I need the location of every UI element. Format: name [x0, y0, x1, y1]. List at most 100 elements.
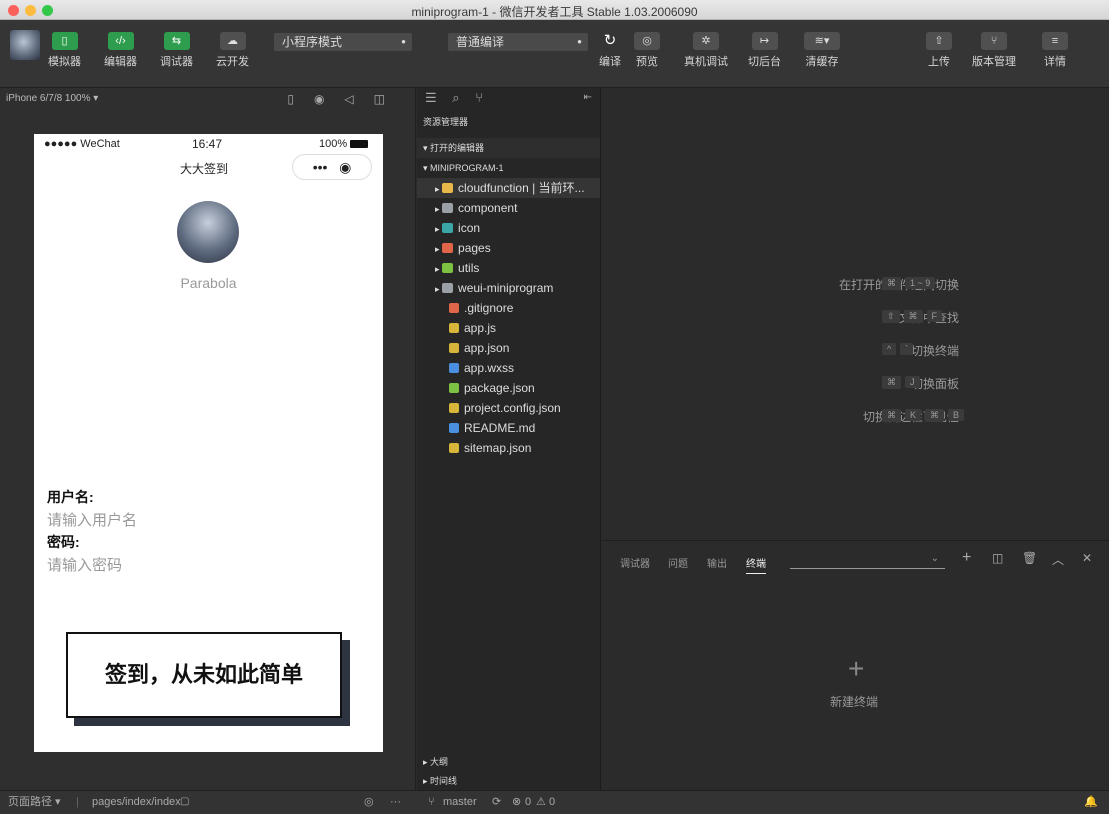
- status-bar: 页面路径 ▾ | pages/index/index ▢ ◎ ··· ⑂ mas…: [0, 790, 1109, 814]
- tab-debugger[interactable]: 调试器: [620, 555, 650, 570]
- project-section[interactable]: ▾ MINIPROGRAM-1: [417, 158, 600, 178]
- username-input[interactable]: 请输入用户名: [47, 509, 137, 530]
- chevron-down-icon: ●: [577, 37, 582, 46]
- chevron-right-icon: ▸: [435, 284, 443, 294]
- phone-icon: ▯: [51, 32, 78, 50]
- file-name: pages: [458, 241, 491, 255]
- file-item[interactable]: package.json: [417, 378, 600, 398]
- branch-icon[interactable]: ⑂: [475, 90, 483, 105]
- details-button[interactable]: ≡ 详情: [1042, 32, 1068, 69]
- folder-item[interactable]: ▸ pages: [417, 238, 600, 258]
- phone-screen: ●●●●● WeChat 16:47 100% 大大签到 ••• ◉ Parab…: [34, 134, 383, 752]
- file-name: utils: [458, 261, 480, 275]
- shortcut-keys: ⌘ J: [882, 376, 924, 389]
- signin-button[interactable]: 签到，从未如此简单: [66, 632, 342, 718]
- folder-icon: [442, 283, 454, 293]
- simulator-button[interactable]: ▯ 模拟器: [48, 32, 81, 69]
- folder-icon: [442, 263, 454, 273]
- outline-section[interactable]: ▸ 大纲: [417, 752, 448, 772]
- upload-button[interactable]: ⇧ 上传: [926, 32, 952, 69]
- eye-icon[interactable]: ◎: [364, 791, 374, 813]
- remote-debug-button[interactable]: ✲ 真机调试: [684, 32, 728, 69]
- warning-count[interactable]: 0: [549, 791, 555, 813]
- device-select[interactable]: iPhone 6/7/8 100% ▾: [6, 93, 98, 104]
- key-cap: B: [948, 409, 965, 421]
- collapse-icon[interactable]: ⇤: [584, 88, 592, 108]
- file-item[interactable]: app.wxss: [417, 358, 600, 378]
- chevron-right-icon: ▸: [435, 204, 443, 214]
- key-cap: 1 ~ 9: [905, 277, 936, 289]
- file-item[interactable]: project.config.json: [417, 398, 600, 418]
- page-path-select[interactable]: 页面路径 ▾: [8, 791, 61, 813]
- new-terminal-icon[interactable]: +: [848, 653, 864, 685]
- file-name: icon: [458, 221, 481, 235]
- chevron-right-icon: ▸: [435, 244, 443, 254]
- open-editors-section[interactable]: ▾ 打开的编辑器: [417, 138, 600, 158]
- error-count[interactable]: 0: [525, 791, 531, 813]
- file-icon: [449, 363, 459, 373]
- key-cap: ⌘: [882, 409, 901, 422]
- terminal-select[interactable]: ⌄: [790, 551, 945, 569]
- tab-terminal[interactable]: 终端: [746, 555, 766, 574]
- folder-item[interactable]: ▸ cloudfunction | 当前环...: [417, 178, 600, 198]
- password-input[interactable]: 请输入密码: [47, 554, 122, 575]
- folder-icon: [442, 203, 454, 213]
- folder-item[interactable]: ▸ icon: [417, 218, 600, 238]
- tab-problems[interactable]: 问题: [668, 555, 688, 570]
- new-terminal-label[interactable]: 新建终端: [830, 693, 878, 710]
- simulator-controls[interactable]: ▯◉◁◫: [287, 88, 405, 110]
- file-item[interactable]: README.md: [417, 418, 600, 438]
- file-item[interactable]: app.js: [417, 318, 600, 338]
- folder-item[interactable]: ▸ component: [417, 198, 600, 218]
- key-cap: ⌘: [882, 376, 901, 389]
- file-name: package.json: [464, 381, 535, 395]
- file-name: app.json: [464, 341, 510, 355]
- tab-output[interactable]: 输出: [707, 555, 727, 570]
- title-bar: miniprogram-1 - 微信开发者工具 Stable 1.03.2006…: [0, 0, 1109, 20]
- folder-item[interactable]: ▸ weui-miniprogram: [417, 278, 600, 298]
- file-icon: [449, 303, 459, 313]
- capsule-menu-button[interactable]: ••• ◉: [292, 154, 372, 180]
- compile-mode-select[interactable]: 普通编译 ●: [448, 33, 588, 51]
- version-button[interactable]: ⑂ 版本管理: [972, 32, 1016, 69]
- file-name: README.md: [464, 421, 536, 435]
- trash-icon[interactable]: 🗑: [1022, 551, 1037, 565]
- list-icon[interactable]: ☰: [425, 90, 437, 105]
- explorer-toolbar: ☰ ⌕ ⑂ ⇤: [417, 88, 600, 108]
- user-avatar[interactable]: [10, 30, 40, 60]
- refresh-icon: ↻: [603, 32, 617, 49]
- more-icon[interactable]: ···: [390, 791, 401, 813]
- file-item[interactable]: app.json: [417, 338, 600, 358]
- preview-button[interactable]: ◎ 预览: [634, 32, 660, 69]
- git-branch[interactable]: master: [443, 791, 477, 813]
- chevron-down-icon: ●: [401, 37, 406, 46]
- file-item[interactable]: .gitignore: [417, 298, 600, 318]
- nav-title: 大大签到: [180, 162, 229, 176]
- background-button[interactable]: ↦ 切后台: [748, 32, 781, 69]
- phone-nav-bar: 大大签到 ••• ◉: [34, 154, 383, 188]
- file-item[interactable]: sitemap.json: [417, 438, 600, 458]
- clear-cache-button[interactable]: ≋▾ 清缓存: [804, 32, 840, 69]
- close-icon[interactable]: ✕: [1082, 551, 1092, 565]
- cloud-button[interactable]: ☁ 云开发: [216, 32, 249, 69]
- debugger-button[interactable]: ⇆ 调试器: [160, 32, 193, 69]
- chevron-right-icon: ▸: [435, 224, 443, 234]
- branch-icon: ⑂: [981, 32, 1007, 50]
- bell-icon[interactable]: 🔔: [1084, 791, 1098, 813]
- timeline-section[interactable]: ▸ 时间线: [417, 772, 457, 790]
- file-tree: ▸ cloudfunction | 当前环... ▸ component ▸ ico…: [417, 178, 600, 458]
- add-icon[interactable]: +: [962, 549, 971, 567]
- split-icon[interactable]: ◫: [992, 551, 1003, 565]
- sync-icon[interactable]: ⟳: [492, 791, 501, 813]
- copy-icon[interactable]: ▢: [180, 791, 189, 813]
- shortcut-label: 切换终端: [910, 344, 959, 358]
- editor-button[interactable]: ‹/› 编辑器: [104, 32, 137, 69]
- mode-select[interactable]: 小程序模式 ●: [274, 33, 412, 51]
- folder-item[interactable]: ▸ utils: [417, 258, 600, 278]
- warning-icon: ⚠: [536, 796, 546, 808]
- battery-icon: [350, 140, 368, 148]
- maximize-icon[interactable]: ︿: [1052, 551, 1064, 568]
- search-icon[interactable]: ⌕: [452, 90, 459, 105]
- file-name: app.wxss: [464, 361, 515, 375]
- compile-button[interactable]: ↻ 编译: [598, 32, 622, 69]
